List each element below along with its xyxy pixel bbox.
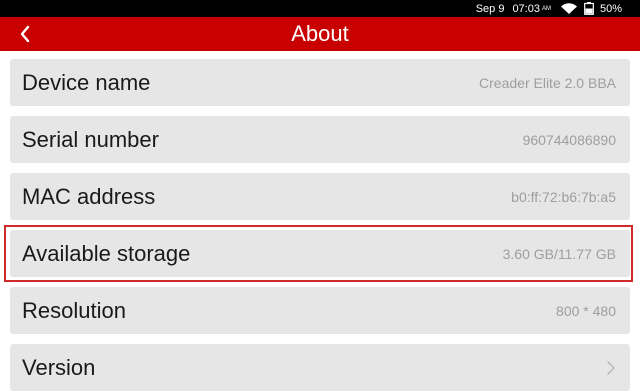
status-ampm: AM — [541, 5, 551, 12]
battery-percent: 50% — [599, 2, 622, 15]
row-label: MAC address — [22, 183, 156, 209]
status-date: Sep 9 — [475, 2, 505, 15]
row-resolution: Resolution 800 * 480 — [10, 287, 630, 334]
row-label: Resolution — [22, 297, 126, 323]
row-value: b0:ff:72:b6:7b:a5 — [511, 188, 616, 205]
battery-icon — [584, 2, 594, 15]
row-available-storage: Available storage 3.60 GB/11.77 GB — [10, 230, 630, 277]
row-value: Creader Elite 2.0 BBA — [479, 74, 616, 91]
row-label: Version — [22, 354, 96, 380]
row-label: Available storage — [22, 240, 191, 266]
chevron-left-icon — [20, 25, 30, 43]
row-label: Serial number — [22, 126, 159, 152]
wifi-icon — [560, 2, 577, 14]
status-time: 07:03 — [512, 2, 540, 15]
back-button[interactable] — [14, 23, 36, 45]
status-bar: Sep 9 07:03 AM 50% — [0, 0, 640, 17]
row-serial-number: Serial number 960744086890 — [10, 116, 630, 163]
row-value: 800 * 480 — [556, 302, 616, 319]
chevron-right-icon — [607, 360, 615, 375]
row-mac-address: MAC address b0:ff:72:b6:7b:a5 — [10, 173, 630, 220]
page-title: About — [291, 21, 349, 46]
row-value: 3.60 GB/11.77 GB — [502, 245, 616, 262]
row-label: Device name — [22, 69, 151, 95]
header-bar: About — [0, 17, 640, 51]
row-value: 960744086890 — [522, 131, 616, 148]
row-device-name: Device name Creader Elite 2.0 BBA — [10, 59, 630, 106]
